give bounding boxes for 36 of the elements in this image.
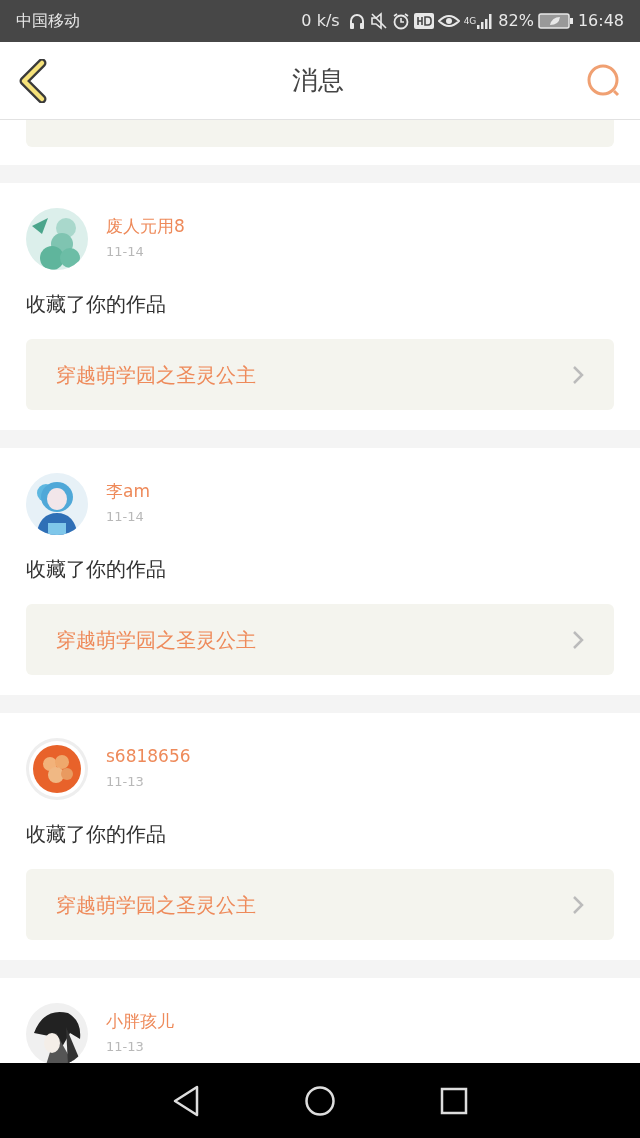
battery-icon [537,12,574,30]
work-card[interactable]: 穿越萌学园之圣灵公主 [26,604,614,675]
message-date: 11-14 [106,508,145,526]
work-card[interactable]: 穿越萌学园之圣灵公主 [26,339,614,410]
hd-icon [413,12,434,30]
user-name[interactable]: 李am [106,479,150,503]
message-date: 11-14 [106,243,145,261]
mute-icon [369,12,388,30]
recents-nav-icon[interactable] [440,1086,468,1115]
user-name[interactable]: s6818656 [106,744,191,768]
message-date: 11-13 [106,1038,145,1056]
clock-time: 16:48 [577,10,624,32]
message-date: 11-13 [106,773,145,791]
signal-icon [476,12,495,30]
user-name[interactable]: 废人元用8 [106,214,185,238]
work-title: 穿越萌学园之圣灵公主 [56,361,257,389]
eye-icon [437,13,460,29]
home-nav-icon[interactable] [304,1084,336,1117]
back-nav-icon[interactable] [172,1084,200,1117]
message-text: 收藏了你的作品 [26,556,167,583]
alarm-icon [391,12,410,30]
chevron-icon [572,629,584,650]
work-card[interactable]: 穿越萌学园之圣灵公主 [26,869,614,940]
message-text: 收藏了你的作品 [26,821,167,848]
chevron-icon [572,364,584,385]
battery-percent: 82% [498,10,534,32]
carrier-name: 中国移动 [16,10,80,32]
message-text: 收藏了你的作品 [26,291,167,318]
work-title: 穿越萌学园之圣灵公主 [56,626,257,654]
work-title: 穿越萌学园之圣灵公主 [56,891,257,919]
network-speed: 0 k/s [301,10,340,32]
user-name[interactable]: 小胖孩儿 [106,1009,174,1033]
chevron-icon [572,894,584,915]
network-type: 4G [463,16,477,26]
page-title: 消息 [292,64,344,97]
headphones-icon [347,12,366,30]
